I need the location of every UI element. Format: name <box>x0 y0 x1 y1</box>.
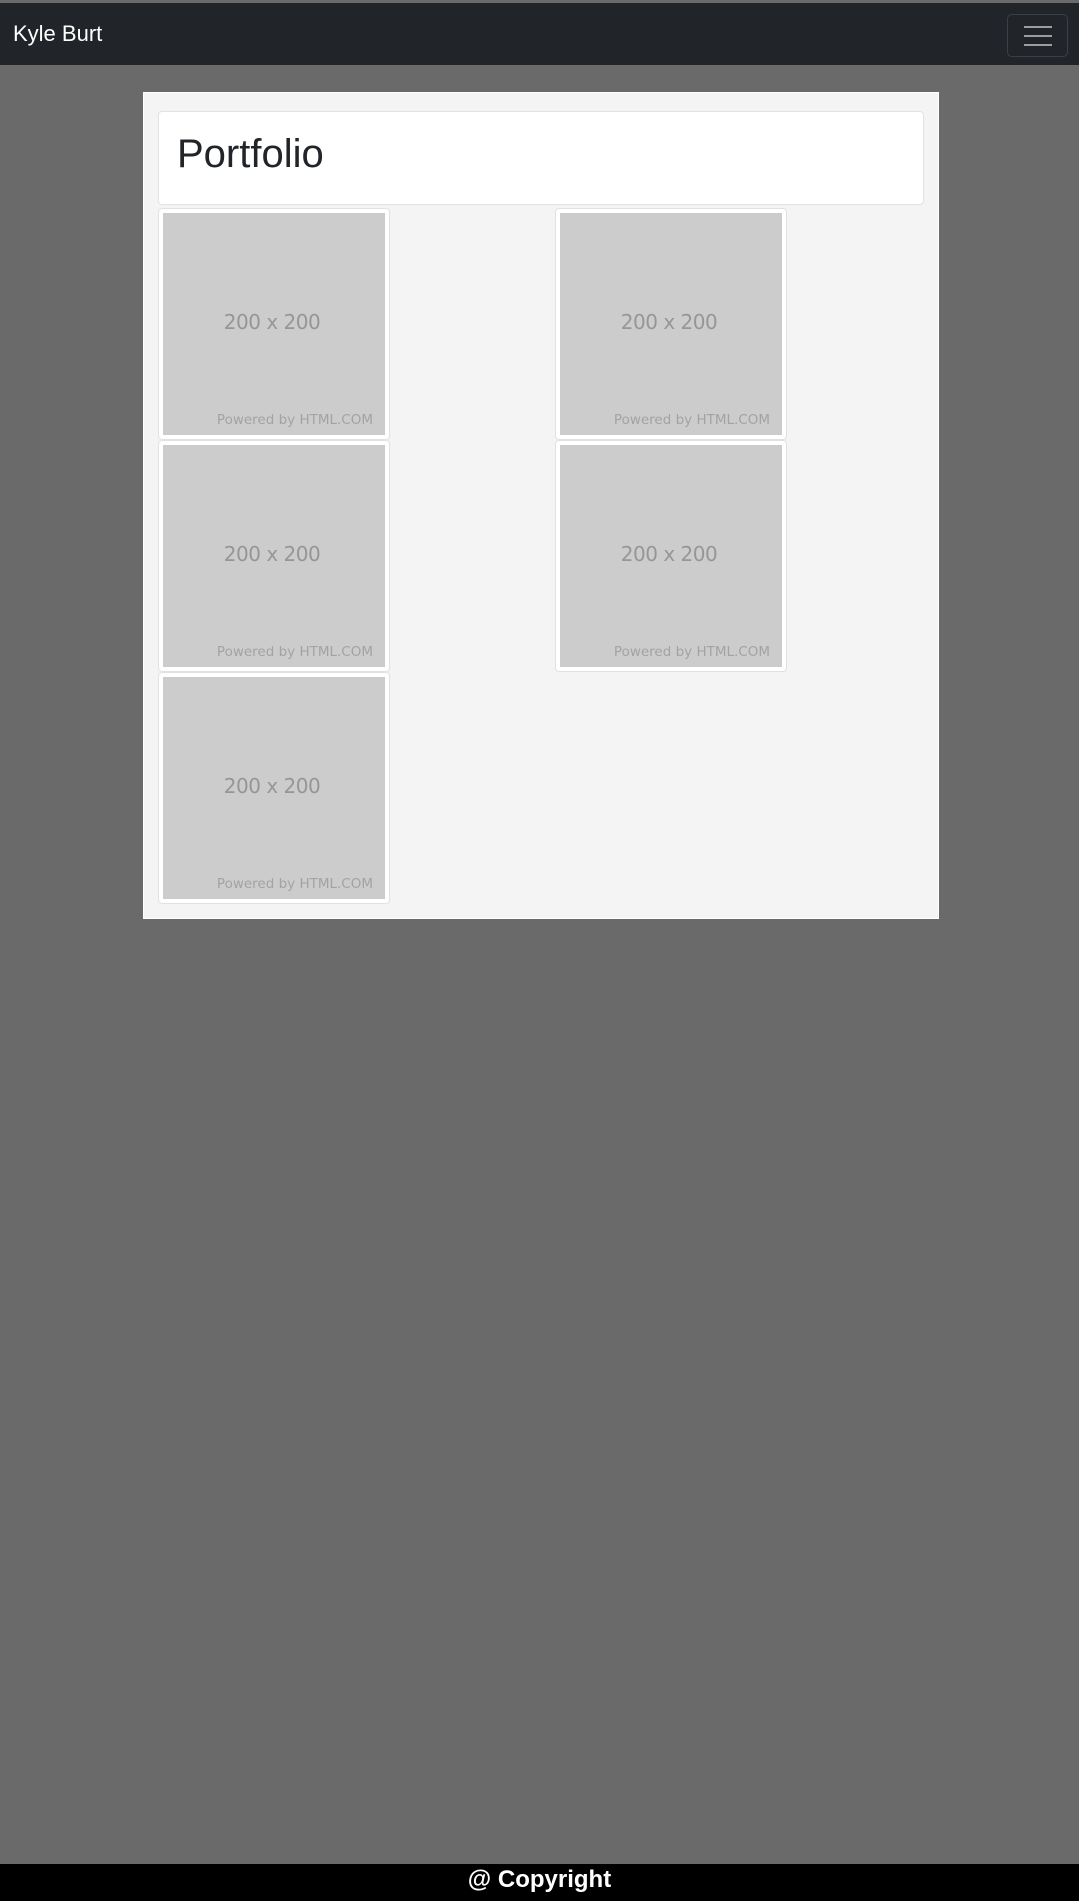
portfolio-header: Portfolio <box>158 111 924 205</box>
portfolio-thumbnail[interactable]: 200 x 200 Powered by HTML.COM <box>555 440 787 672</box>
image-credit-label: Powered by HTML.COM <box>216 876 373 892</box>
image-size-label: 200 x 200 <box>620 542 718 566</box>
page: Kyle Burt Portfolio 200 x 200 Powered by… <box>0 0 1079 1901</box>
image-credit-label: Powered by HTML.COM <box>613 412 770 428</box>
image-size-label: 200 x 200 <box>223 542 321 566</box>
navbar-brand[interactable]: Kyle Burt <box>13 20 102 48</box>
portfolio-thumbnail[interactable]: 200 x 200 Powered by HTML.COM <box>158 440 390 672</box>
copyright-text: @ Copyright <box>467 1866 612 1893</box>
portfolio-thumbnail[interactable]: 200 x 200 Powered by HTML.COM <box>555 208 787 440</box>
placeholder-image: 200 x 200 Powered by HTML.COM <box>163 677 385 899</box>
navbar-toggler-button[interactable] <box>1007 14 1068 57</box>
portfolio-thumbnail[interactable]: 200 x 200 Powered by HTML.COM <box>158 672 390 904</box>
placeholder-image: 200 x 200 Powered by HTML.COM <box>560 213 782 435</box>
portfolio-thumbnail[interactable]: 200 x 200 Powered by HTML.COM <box>158 208 390 440</box>
footer: @ Copyright <box>0 1864 1079 1901</box>
page-title: Portfolio <box>177 132 324 176</box>
image-credit-label: Powered by HTML.COM <box>613 644 770 660</box>
image-size-label: 200 x 200 <box>223 774 321 798</box>
placeholder-image: 200 x 200 Powered by HTML.COM <box>163 445 385 667</box>
navbar: Kyle Burt <box>0 3 1079 65</box>
image-size-label: 200 x 200 <box>620 310 718 334</box>
image-credit-label: Powered by HTML.COM <box>216 644 373 660</box>
placeholder-image: 200 x 200 Powered by HTML.COM <box>560 445 782 667</box>
image-size-label: 200 x 200 <box>223 310 321 334</box>
portfolio-container: Portfolio 200 x 200 Powered by HTML.COM … <box>143 92 939 919</box>
image-credit-label: Powered by HTML.COM <box>216 412 373 428</box>
placeholder-image: 200 x 200 Powered by HTML.COM <box>163 213 385 435</box>
